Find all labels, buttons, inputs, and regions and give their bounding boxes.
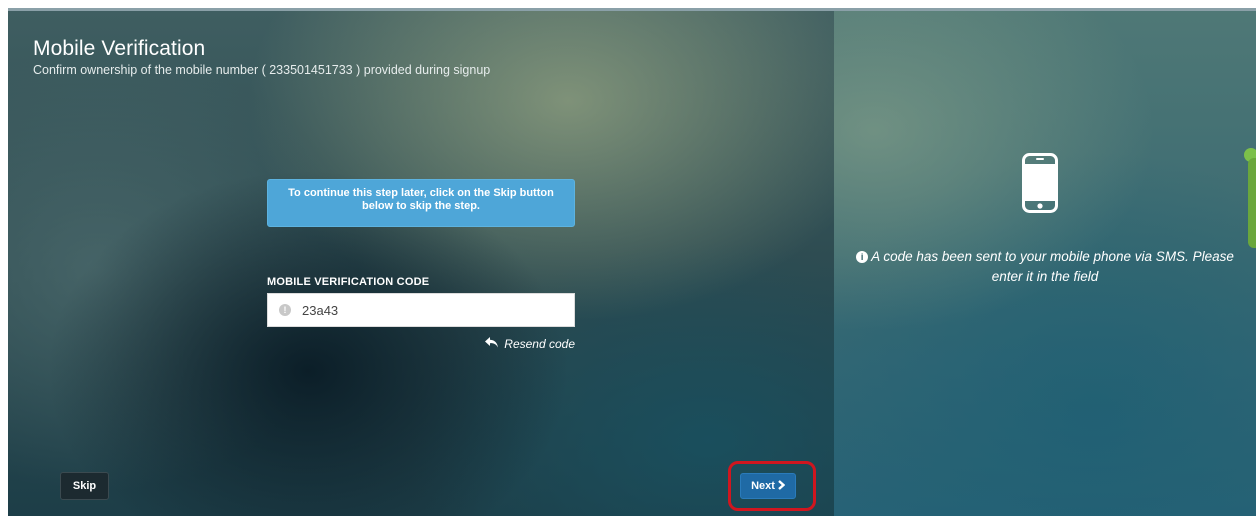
- sms-notice: iA code has been sent to your mobile pho…: [854, 247, 1236, 287]
- verification-code-input[interactable]: [302, 294, 570, 326]
- verification-code-field[interactable]: !: [267, 293, 575, 327]
- skip-info-alert: To continue this step later, click on th…: [267, 179, 575, 227]
- chevron-right-icon: [778, 479, 786, 493]
- side-info-panel: iA code has been sent to your mobile pho…: [834, 11, 1256, 516]
- verification-frame: Mobile Verification Confirm ownership of…: [8, 8, 1256, 516]
- reply-icon: [485, 337, 499, 351]
- verification-code-label: MOBILE VERIFICATION CODE: [267, 276, 430, 288]
- info-circle-icon: i: [856, 251, 869, 263]
- resend-code-label: Resend code: [504, 337, 575, 351]
- skip-button[interactable]: Skip: [60, 472, 109, 500]
- next-button[interactable]: Next: [740, 473, 796, 499]
- page-subtitle: Confirm ownership of the mobile number (…: [33, 63, 491, 77]
- main-panel: Mobile Verification Confirm ownership of…: [8, 11, 834, 516]
- next-button-label: Next: [751, 480, 775, 492]
- exclamation-circle-icon: !: [279, 304, 291, 316]
- edge-widget-tab[interactable]: [1248, 158, 1256, 248]
- page-title: Mobile Verification: [33, 37, 206, 60]
- resend-code-link[interactable]: Resend code: [485, 337, 575, 351]
- sms-notice-text: A code has been sent to your mobile phon…: [871, 249, 1234, 284]
- mobile-phone-icon: [1022, 153, 1058, 213]
- alert-text-before: To continue this step later, click on th…: [288, 187, 494, 199]
- alert-text-bold: Skip: [493, 187, 517, 199]
